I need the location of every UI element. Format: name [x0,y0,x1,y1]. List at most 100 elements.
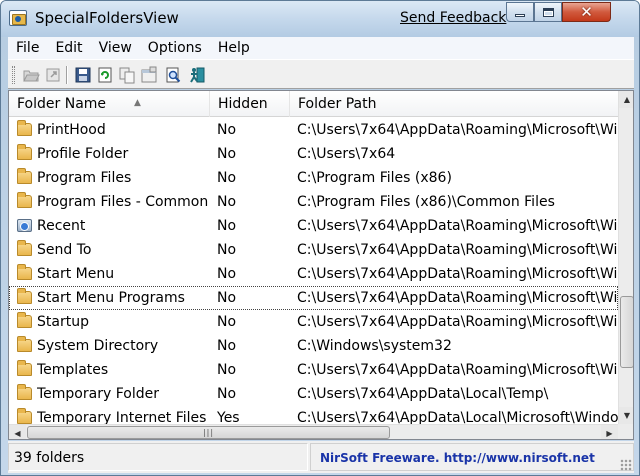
folder-name-cell: Templates [37,362,109,378]
folder-path-cell: C:\Windows\system32 [297,338,452,354]
recent-icon [17,219,32,232]
column-hidden-label: Hidden [218,96,268,112]
folder-path-cell: C:\Users\7x64\AppData\Roaming\Microsoft\… [297,266,618,282]
scroll-up-button[interactable]: ▲ [619,91,633,108]
table-row[interactable]: Program Files - Common No C:\Program Files… [9,190,618,214]
scroll-down-button[interactable]: ▼ [619,407,633,424]
folder-name-cell: Program Files - Common [37,194,209,210]
column-hidden[interactable]: Hidden [210,91,290,117]
hidden-cell: No [217,218,237,234]
exit-icon[interactable] [188,66,206,84]
folder-icon [17,360,32,376]
menu-view[interactable]: View [91,37,140,59]
folder-icon [17,288,32,304]
folder-name-cell: Send To [37,242,92,258]
app-icon[interactable] [9,10,27,26]
hidden-cell: No [217,266,237,282]
column-folder-name[interactable]: Folder Name ▲ [9,91,210,117]
properties-icon[interactable] [140,66,158,84]
refresh-icon[interactable] [96,66,114,84]
folder-path-cell: C:\Users\7x64\AppData\Local\Temp\ [297,386,549,402]
scroll-left-button[interactable]: ◀ [9,425,26,439]
folder-icon [17,192,32,208]
resize-grip[interactable] [620,459,632,471]
title-bar[interactable]: SpecialFoldersView Send Feedback ✕ [1,1,639,37]
vertical-scroll-thumb[interactable] [620,296,633,368]
hidden-cell: No [217,386,237,402]
menu-bar: File Edit View Options Help [8,37,634,59]
folder-path-cell: C:\Program Files (x86)\Common Files [297,194,555,210]
folder-icon [17,144,32,160]
app-window: SpecialFoldersView Send Feedback ✕ File … [0,0,640,476]
table-row[interactable]: Program Files No C:\Program Files (x86) [9,166,618,190]
hidden-cell: No [217,146,237,162]
table-row[interactable]: Startup No C:\Users\7x64\AppData\Roaming\M… [9,310,618,334]
folder-path-cell: C:\Users\7x64\AppData\Roaming\Microsoft\… [297,122,618,138]
folder-name-cell: Temporary Folder [37,386,159,402]
table-row[interactable]: Send To No C:\Users\7x64\AppData\Roaming\M… [9,238,618,262]
search-icon[interactable] [164,66,182,84]
save-icon[interactable] [74,66,92,84]
toolbar-grip[interactable] [12,66,15,84]
folder-name-cell: Startup [37,314,89,330]
table-row[interactable]: System Directory No C:\Windows\system32 [9,334,618,358]
table-row[interactable]: Recent No C:\Users\7x64\AppData\Roaming\Mi… [9,214,618,238]
folder-icon [17,312,32,328]
folder-name-cell: Profile Folder [37,146,129,162]
menu-edit[interactable]: Edit [47,37,90,59]
folder-path-cell: C:\Program Files (x86) [297,170,452,186]
maximize-button[interactable] [534,2,562,22]
list-header: Folder Name ▲ Hidden Folder Path [9,91,618,117]
menu-options[interactable]: Options [140,37,210,59]
table-row[interactable]: Profile Folder No C:\Users\7x64 [9,142,618,166]
folder-name-cell: PrintHood [37,122,106,138]
menu-help[interactable]: Help [210,37,258,59]
folder-name-cell: Recent [37,218,86,234]
column-folder-path[interactable]: Folder Path [290,91,618,117]
folder-path-cell: C:\Users\7x64\AppData\Roaming\Microsoft\… [297,362,618,378]
hidden-cell: No [217,338,237,354]
folder-name-cell: Program Files [37,170,132,186]
folder-path-cell: C:\Users\7x64\AppData\Roaming\Microsoft\… [297,218,618,234]
horizontal-scrollbar[interactable]: ◀ ||| ▶ [9,424,618,439]
folder-path-cell: C:\Users\7x64 [297,146,396,162]
folder-path-cell: C:\Users\7x64\AppData\Roaming\Microsoft\… [297,242,618,258]
vertical-scrollbar[interactable]: ▲ ▼ [618,91,633,424]
sort-ascending-icon: ▲ [134,98,141,108]
horizontal-scroll-thumb[interactable]: ||| [27,426,390,439]
toolbar-separator [66,66,68,84]
minimize-icon [515,13,525,17]
table-row[interactable]: Temporary Folder No C:\Users\7x64\AppData\… [9,382,618,406]
menu-file[interactable]: File [8,37,47,59]
table-row[interactable]: Start Menu No C:\Users\7x64\AppData\Roamin… [9,262,618,286]
scroll-right-button[interactable]: ▶ [601,425,618,439]
maximize-icon [542,7,554,17]
folder-icon [17,168,32,184]
open-link-icon[interactable] [44,66,62,84]
list-rows: PrintHood No C:\Users\7x64\AppData\Roaming… [9,118,618,430]
folder-count: 39 folders [8,443,308,471]
scrollbar-corner [618,424,633,439]
hidden-cell: No [217,362,237,378]
close-button[interactable]: ✕ [562,2,611,22]
folder-icon [17,264,32,280]
copy-icon[interactable] [118,66,136,84]
status-bar: 39 folders NirSoft Freeware. http://www.… [8,441,634,473]
window-title: SpecialFoldersView [35,9,179,27]
minimize-button[interactable] [506,2,534,22]
folder-name-cell: System Directory [37,338,159,354]
hidden-cell: No [217,122,237,138]
open-folder-icon[interactable] [22,66,40,84]
table-row[interactable]: PrintHood No C:\Users\7x64\AppData\Roaming… [9,118,618,142]
hidden-cell: No [217,242,237,258]
hidden-cell: No [217,290,237,306]
table-row[interactable]: Start Menu Programs No C:\Users\7x64\AppDa… [9,286,618,310]
folder-list[interactable]: Folder Name ▲ Hidden Folder Path PrintHoo… [8,90,634,440]
hidden-cell: No [217,194,237,210]
table-row[interactable]: Templates No C:\Users\7x64\AppData\Roaming… [9,358,618,382]
folder-name-cell: Start Menu [37,266,115,282]
folder-icon [17,240,32,256]
nirsoft-credit-link[interactable]: NirSoft Freeware. http://www.nirsoft.net [310,443,634,471]
column-folder-name-label: Folder Name [17,96,107,112]
send-feedback-link[interactable]: Send Feedback [400,10,506,26]
